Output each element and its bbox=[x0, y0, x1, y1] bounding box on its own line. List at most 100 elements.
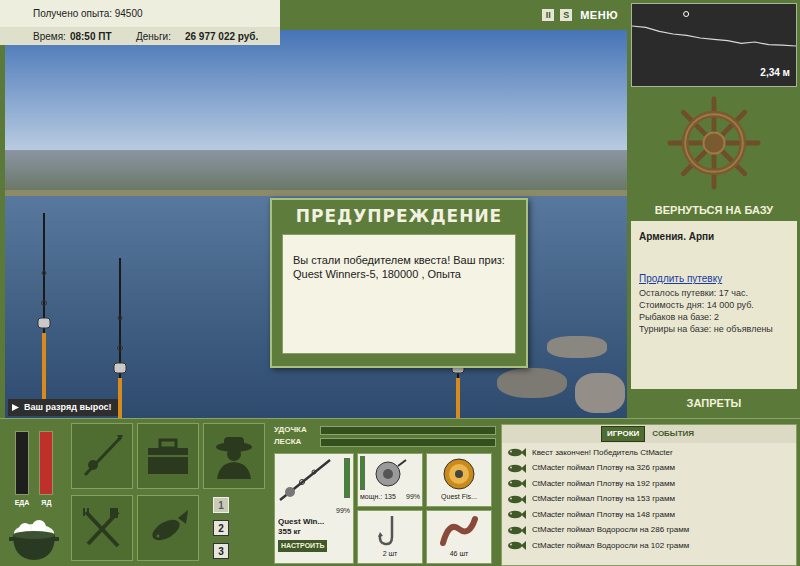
bait-slot[interactable]: 46 шт bbox=[426, 510, 492, 564]
action-tile[interactable] bbox=[137, 423, 199, 489]
extend-permit-link[interactable]: Продлить путевку bbox=[639, 273, 789, 285]
experience-row: Получено опыта: 94500 bbox=[0, 0, 280, 27]
page-button[interactable]: 3 bbox=[213, 543, 229, 559]
fish-icon bbox=[506, 447, 526, 458]
rod-icon bbox=[79, 433, 125, 479]
hook-icon bbox=[372, 513, 408, 549]
pause-button[interactable]: II bbox=[542, 9, 554, 21]
event-text: CtMacter поймал Водоросли на 102 грамм bbox=[532, 540, 689, 552]
depth-reading: 2,34 м bbox=[760, 65, 790, 80]
rod-reading: 355 кг bbox=[278, 527, 350, 537]
event-row: CtMacter поймал Плотву на 148 грамм bbox=[502, 507, 796, 523]
bans-button[interactable]: ЗАПРЕТЫ bbox=[628, 389, 800, 418]
action-tile[interactable] bbox=[203, 423, 265, 489]
rank-badge: Ваш разряд вырос! bbox=[8, 399, 118, 417]
page-button[interactable]: 1 bbox=[213, 497, 229, 513]
bar-label: УДОЧКА bbox=[274, 424, 320, 436]
dialog-text: Вы стали победителем квеста! Ваш приз: Q… bbox=[293, 253, 505, 281]
status-row: Время:08:50 ПТДеньги:26 977 022 руб. bbox=[0, 27, 280, 45]
reel-top bbox=[360, 456, 420, 492]
tension-bar: ЛЕСКА bbox=[274, 436, 496, 448]
rod-wear: 99% bbox=[278, 506, 350, 517]
tackle-slots: 99%Quest Win...355 кгНАСТРОИТЬмощн.: 135… bbox=[274, 453, 496, 564]
action-tile[interactable] bbox=[137, 495, 199, 561]
events-list: Квест закончен! Победитель CtMacter CtMac… bbox=[502, 443, 796, 554]
hud-panel: Получено опыта: 94500 Время:08:50 ПТДеньг… bbox=[0, 0, 280, 45]
fish-icon bbox=[506, 540, 526, 551]
gauge: ЕДА bbox=[15, 431, 30, 509]
reel-power: мощн.: 135 bbox=[360, 492, 396, 503]
gauges: ЕДА ЯД bbox=[0, 419, 68, 566]
rock bbox=[497, 368, 567, 398]
fishing-rod-icon bbox=[113, 258, 127, 418]
hook-count: 2 шт bbox=[383, 549, 398, 560]
tackle-panel: УДОЧКАЛЕСКА99%Quest Win...355 кгНАСТРОИТ… bbox=[274, 419, 496, 566]
fork-knife-icon bbox=[80, 506, 124, 550]
line-slot[interactable]: Quest Fis... bbox=[426, 453, 492, 507]
wear-track bbox=[344, 458, 350, 498]
boat-marker bbox=[684, 12, 689, 17]
gauge-fill bbox=[40, 432, 52, 494]
base-info: Рыбаков на базе: 2 bbox=[639, 311, 789, 323]
action-tile[interactable] bbox=[71, 495, 133, 561]
rod-name: Quest Win... bbox=[278, 517, 350, 527]
events-tabs: ИГРОКИ СОБЫТИЯ bbox=[502, 425, 796, 443]
wear-track bbox=[360, 456, 365, 490]
action-tiles: 1 2 3 bbox=[68, 419, 274, 566]
fish-icon bbox=[506, 525, 526, 536]
events-tab[interactable]: ИГРОКИ bbox=[601, 426, 645, 442]
wear-fill bbox=[361, 457, 364, 489]
events-tab[interactable]: СОБЫТИЯ bbox=[649, 427, 697, 441]
gauge-label: ЯД bbox=[41, 498, 51, 509]
tackle-box-icon bbox=[145, 433, 191, 479]
rock bbox=[575, 373, 625, 413]
reel-wear: 99% bbox=[406, 492, 420, 503]
wear-fill bbox=[345, 459, 349, 497]
action-tile[interactable] bbox=[71, 423, 133, 489]
gauge: ЯД bbox=[39, 431, 53, 509]
ship-wheel-icon bbox=[666, 95, 762, 191]
sky bbox=[5, 30, 627, 150]
reel-slot[interactable]: мощн.: 135 99% bbox=[357, 453, 423, 507]
fisherman-icon bbox=[211, 433, 257, 479]
rod-slot[interactable]: 99%Quest Win...355 кг НАСТРОИТЬ bbox=[274, 453, 354, 564]
event-row: CtMacter поймал Водоросли на 286 грамм bbox=[502, 523, 796, 539]
event-text: CtMacter поймал Плотву на 326 грамм bbox=[532, 462, 675, 474]
reel-info: мощн.: 135 99% bbox=[360, 492, 420, 503]
fish-icon bbox=[506, 509, 526, 520]
return-to-base-button[interactable]: ВЕРНУТЬСЯ НА БАЗУ bbox=[628, 199, 800, 221]
page-button[interactable]: 2 bbox=[213, 520, 229, 536]
hook-slot[interactable]: 2 шт bbox=[357, 510, 423, 564]
event-text: CtMacter поймал Плотву на 153 грамм bbox=[532, 493, 675, 505]
worm-icon bbox=[439, 513, 479, 549]
event-text: Квест закончен! Победитель CtMacter bbox=[532, 447, 673, 459]
badge-text: Ваш разряд вырос! bbox=[24, 401, 112, 415]
event-text: CtMacter поймал Водоросли на 286 грамм bbox=[532, 524, 689, 536]
base-info: Осталось путевки: 17 час. bbox=[639, 287, 789, 299]
money-value: 26 977 022 руб. bbox=[185, 29, 258, 44]
line-spool-icon bbox=[441, 456, 477, 492]
event-row: CtMacter поймал Плотву на 326 грамм bbox=[502, 461, 796, 477]
experience-text: Получено опыта: 94500 bbox=[33, 6, 143, 21]
dialog-title: ПРЕДУПРЕЖДЕНИЕ bbox=[272, 200, 526, 234]
warning-dialog: ПРЕДУПРЕЖДЕНИЕ Вы стали победителем квест… bbox=[270, 198, 528, 368]
fish-icon bbox=[506, 463, 526, 474]
setup-button[interactable]: НАСТРОИТЬ bbox=[278, 540, 327, 553]
sound-button[interactable]: S bbox=[560, 9, 572, 21]
wheel-area[interactable] bbox=[628, 87, 800, 199]
bar-track bbox=[320, 438, 496, 447]
gauge-track bbox=[15, 431, 29, 495]
bar-track bbox=[320, 426, 496, 435]
tile-row bbox=[71, 423, 274, 489]
hills bbox=[5, 150, 627, 190]
menu-button[interactable]: МЕНЮ bbox=[578, 7, 618, 24]
event-row: CtMacter поймал Плотву на 153 грамм bbox=[502, 492, 796, 508]
base-panel: Армения. Арпи Продлить путевку Осталось пу… bbox=[631, 221, 797, 389]
side-column: 2,34 м ВЕРНУТЬСЯ НА БАЗУ Армения. Арпи Прод… bbox=[628, 0, 800, 418]
dialog-body: Вы стали победителем квеста! Ваш приз: Q… bbox=[282, 234, 516, 354]
rod-slot-top bbox=[278, 456, 350, 506]
depth-chart: 2,34 м bbox=[631, 3, 797, 87]
base-title: Армения. Арпи bbox=[639, 231, 789, 243]
food-pot-icon bbox=[9, 519, 59, 563]
fish-icon bbox=[146, 506, 190, 550]
